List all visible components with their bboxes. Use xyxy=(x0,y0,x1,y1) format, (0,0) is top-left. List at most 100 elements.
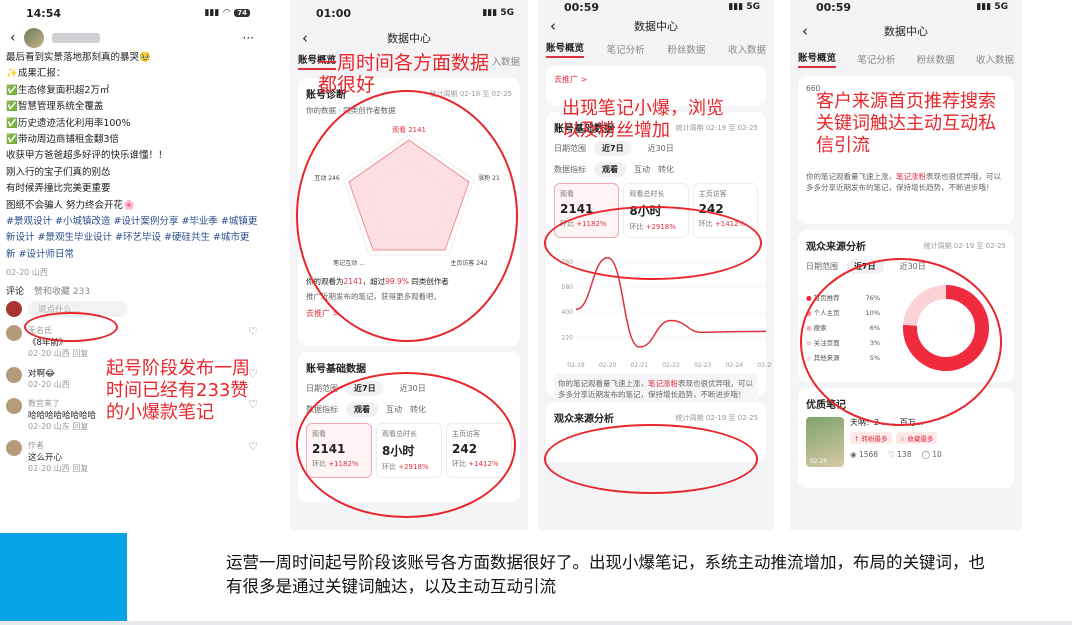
tab-fans[interactable]: 粉丝数据 xyxy=(917,52,955,66)
post-line: 刚入行的宝子们真的别怂 xyxy=(6,166,111,178)
growth-note: 你的笔记观看量飞速上涨，笔记涨粉表现也很优异哦，可以多多分享近期发布的笔记，保持… xyxy=(806,171,1006,193)
signal-icons: ▮▮▮ 5G xyxy=(976,2,1008,12)
status-bar: 00:59 ▮▮▮ 5G xyxy=(790,0,1022,14)
comments-label[interactable]: 评论 xyxy=(6,284,24,297)
commenter-avatar[interactable] xyxy=(6,398,22,415)
back-icon[interactable]: ‹ xyxy=(302,29,308,47)
x-tick-label: 02-21 xyxy=(631,362,649,369)
x-tick-label: 02-23 xyxy=(694,362,712,369)
status-time: 01:00 xyxy=(316,6,352,20)
signal-icon: ▮▮▮ 5G xyxy=(482,8,514,18)
likes-label[interactable]: 赞和收藏 233 xyxy=(34,284,90,297)
more-icon[interactable]: ··· xyxy=(243,31,254,45)
ind-label: 数据指标 xyxy=(554,165,586,174)
caption-text: 运营一周时间起号阶段该账号各方面数据很好了。出现小爆笔记，系统主动推流增加，布局… xyxy=(226,553,985,596)
commenter-name[interactable]: 作者 xyxy=(28,440,88,451)
comment-meta: 02-20 山西 xyxy=(28,380,70,390)
commenter-avatar[interactable] xyxy=(6,440,22,457)
y-tick-label: 400 xyxy=(562,309,574,316)
metric-label: 观看 xyxy=(560,190,574,198)
page-title: 数据中心 xyxy=(387,32,431,45)
likes-stat: ♡ 138 xyxy=(888,450,911,459)
author-name[interactable] xyxy=(51,33,100,43)
comment-text: 这么开心 xyxy=(28,453,63,464)
comment-item[interactable]: 作者这么开心 02-20 山西 回复 ♡ xyxy=(0,436,264,478)
tab-income[interactable]: 收入数据 xyxy=(728,42,766,56)
views-stat: ◉ 1568 xyxy=(850,450,878,459)
x-tick-label: 02-20 xyxy=(599,362,617,369)
commenter-avatar[interactable] xyxy=(6,367,22,384)
note-thumbnail[interactable]: 02-20 xyxy=(806,417,844,467)
highlight-base-data xyxy=(296,372,516,518)
battery-icon: 74 xyxy=(234,9,250,17)
highlight-radar xyxy=(296,90,518,342)
ind-convert[interactable]: 转化 xyxy=(658,164,674,175)
page-title: 数据中心 xyxy=(884,25,928,38)
comment-meta: 02-20 山西 回复 xyxy=(28,464,89,474)
bottom-divider xyxy=(0,621,1072,625)
avatar[interactable] xyxy=(23,28,44,48)
views-count: 1568 xyxy=(858,450,879,459)
heart-icon: ♡ xyxy=(888,450,895,459)
post-line: ✨成果汇报： xyxy=(6,68,66,80)
post-header: ‹ ··· xyxy=(0,26,264,50)
tab-notes[interactable]: 笔记分析 xyxy=(607,42,645,56)
post-line: ✅智慧管理系统全覆盖 xyxy=(6,101,104,113)
badge-fans: ↑ 转粉最多 xyxy=(850,432,892,444)
tab-fans[interactable]: 粉丝数据 xyxy=(667,42,705,56)
x-tick-label: 02-19 xyxy=(567,362,585,369)
base-title: 账号基础数据 xyxy=(306,364,366,375)
post-line: ✅带动周边商铺租金翻3倍 xyxy=(6,134,119,146)
growth-note: 你的笔记观看量飞速上涨，笔记涨粉表现也很优异哦，可以多多分享近期发布的笔记，保持… xyxy=(554,374,758,404)
back-icon[interactable]: ‹ xyxy=(802,22,808,40)
comment-text: 哈哈哈哈哈哈哈哈 xyxy=(28,411,97,422)
comments-bar: 评论 赞和收藏 233 xyxy=(0,284,264,297)
back-icon[interactable]: ‹ xyxy=(10,30,16,46)
screenshot-stage: 14:54 ▮▮▮ ◠ 74 ‹ ··· 最后看到实景落地那刻真的暴哭🥹 ✨成果汇报：… xyxy=(0,0,1072,625)
page-title: 数据中心 xyxy=(634,20,678,33)
status-time: 14:54 xyxy=(26,6,62,20)
range-7d[interactable]: 近7日 xyxy=(594,141,632,156)
like-icon[interactable]: ♡ xyxy=(248,440,258,474)
blue-side-block xyxy=(0,533,127,621)
metric-label: 主页访客 xyxy=(698,190,727,198)
status-time: 00:59 xyxy=(816,0,852,14)
tab-overview[interactable]: 账号概览 xyxy=(798,50,837,68)
comment-icon: ◯ xyxy=(921,450,930,459)
post-line: 收获甲方爸爸超多好评的快乐谁懂！！ xyxy=(6,150,168,162)
phone-post: 14:54 ▮▮▮ ◠ 74 ‹ ··· 最后看到实景落地那刻真的暴哭🥹 ✨成果汇报：… xyxy=(0,0,264,530)
aud-title: 观众来源分析 xyxy=(806,242,866,253)
eye-icon: ◉ xyxy=(850,450,857,459)
x-tick-label: 02-22 xyxy=(662,362,680,369)
signal-icon: ▮▮▮ 5G xyxy=(728,2,760,12)
highlight-donut xyxy=(800,258,1002,426)
commenter-name[interactable]: 教官来了 xyxy=(28,398,96,409)
annotation-233-likes: 起号阶段发布一周时间已经有233赞的小爆款笔记 xyxy=(106,358,250,423)
ind-interact[interactable]: 互动 xyxy=(634,164,650,175)
status-bar: 01:00 ▮▮▮ 5G xyxy=(290,0,528,26)
tab-income[interactable]: 收入数据 xyxy=(976,52,1014,66)
signal-icons: ▮▮▮ 5G xyxy=(728,2,760,12)
wifi-icon: ◠ xyxy=(223,8,231,18)
signal-icons: ▮▮▮ ◠ 74 xyxy=(204,8,250,18)
ind-views[interactable]: 观看 xyxy=(594,162,626,177)
range-30d[interactable]: 近30日 xyxy=(640,141,682,156)
tab-overview[interactable]: 账号概览 xyxy=(546,40,585,58)
comments-count: 10 xyxy=(932,450,942,459)
post-line: 最后看到实景落地那刻真的暴哭🥹 xyxy=(6,52,151,63)
back-icon[interactable]: ‹ xyxy=(550,17,556,35)
tab-notes[interactable]: 笔记分析 xyxy=(857,52,895,66)
status-bar: 14:54 ▮▮▮ ◠ 74 xyxy=(0,0,264,26)
like-icon[interactable]: ♡ xyxy=(248,325,258,359)
comment-text: 对啊😂 xyxy=(28,369,55,380)
comments-stat: ◯ 10 xyxy=(921,450,941,459)
audience-title: 观众来源分析 xyxy=(554,414,614,425)
post-body: 最后看到实景落地那刻真的暴哭🥹 ✨成果汇报： ✅生态修复面积超2万㎡ ✅智慧管理系统全… xyxy=(0,50,264,214)
thumb-date: 02-20 xyxy=(810,458,828,465)
hashtags[interactable]: #景观设计 #小城镇改造 #设计案例分享 #毕业季 #城镇更新设计 #景观生毕业… xyxy=(6,216,257,260)
note-b: 笔记涨粉 xyxy=(896,172,926,181)
status-time: 00:59 xyxy=(564,0,600,14)
promote-link[interactable]: 去推广 > xyxy=(554,74,758,85)
tab-bar: 账号概览 笔记分析 粉丝数据 收入数据 xyxy=(790,48,1022,70)
commenter-avatar[interactable] xyxy=(6,325,22,342)
